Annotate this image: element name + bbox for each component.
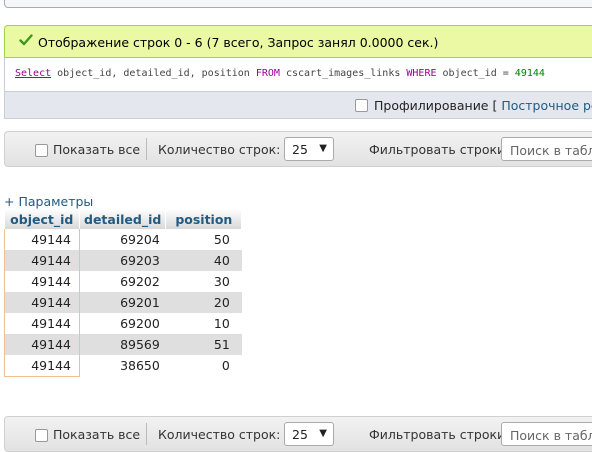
cell-detailed-id[interactable]: 69203: [79, 250, 166, 271]
profiling-label: Профилирование [ Построчное реда: [374, 98, 592, 113]
sql-from-keyword: FROM: [255, 68, 280, 79]
table-row[interactable]: 49144 69201 20: [4, 292, 242, 313]
cell-object-id[interactable]: 49144: [4, 250, 80, 271]
toolbar-divider: [146, 423, 147, 445]
rows-count-value: 25: [292, 142, 308, 157]
table-row[interactable]: 49144 69203 40: [4, 250, 242, 271]
cell-object-id[interactable]: 49144: [4, 271, 80, 292]
rows-count-select[interactable]: 25 ▼: [284, 137, 334, 161]
cell-position[interactable]: 40: [165, 250, 242, 271]
cell-position[interactable]: 30: [165, 271, 242, 292]
options-link[interactable]: + Параметры: [4, 194, 93, 209]
cell-detailed-id[interactable]: 69200: [79, 313, 166, 334]
table-header-row: object_id detailed_id position: [4, 209, 243, 229]
column-header-detailed-id[interactable]: detailed_id: [79, 209, 167, 229]
rows-count-label: Количество строк:: [158, 142, 281, 157]
column-header-position[interactable]: position: [165, 209, 243, 229]
filter-rows-label: Фильтровать строки:: [369, 142, 510, 157]
filter-rows-label: Фильтровать строки:: [369, 427, 510, 442]
cell-position[interactable]: 51: [165, 334, 242, 355]
column-header-object-id[interactable]: object_id: [4, 209, 80, 229]
cell-object-id[interactable]: 49144: [4, 292, 80, 313]
cell-detailed-id[interactable]: 89569: [79, 334, 166, 355]
show-all-checkbox[interactable]: [35, 144, 48, 157]
cell-object-id[interactable]: 49144: [4, 313, 80, 334]
cell-detailed-id[interactable]: 69204: [79, 229, 166, 250]
sql-query-text: Select object_id, detailed_id, position …: [15, 68, 545, 79]
rows-count-value: 25: [292, 427, 308, 442]
cell-detailed-id[interactable]: 69202: [79, 271, 166, 292]
success-text: Отображение строк 0 - 6 (7 всего, Запрос…: [38, 35, 439, 50]
profiling-checkbox[interactable]: [355, 99, 368, 112]
cell-detailed-id[interactable]: 69201: [79, 292, 166, 313]
table-row[interactable]: 49144 69200 10: [4, 313, 242, 334]
cell-object-id[interactable]: 49144: [4, 334, 80, 355]
chevron-down-icon: ▼: [319, 143, 327, 154]
filter-rows-input[interactable]: [508, 424, 592, 446]
filter-rows-field[interactable]: [501, 137, 592, 161]
cell-object-id[interactable]: 49144: [4, 229, 80, 250]
sql-condition-field: object_id =: [442, 68, 509, 79]
navigation-toolbar-bottom: Показать все Количество строк: 25 ▼ Филь…: [4, 416, 592, 452]
sql-columns: object_id, detailed_id, position: [57, 68, 250, 79]
results-table: object_id detailed_id position 49144 692…: [4, 209, 243, 377]
toolbar-divider: [146, 138, 147, 160]
cell-position[interactable]: 10: [165, 313, 242, 334]
filter-rows-field[interactable]: [501, 422, 592, 446]
inline-edit-link[interactable]: Построчное реда: [501, 98, 592, 113]
sql-select-keyword[interactable]: Select: [15, 68, 51, 79]
table-row[interactable]: 49144 89569 51: [4, 334, 242, 355]
profiling-label-text: Профилирование [: [374, 98, 498, 113]
sql-table: cscart_images_links: [285, 68, 401, 79]
show-all-label[interactable]: Показать все: [53, 427, 140, 442]
show-all-checkbox[interactable]: [35, 429, 48, 442]
cell-position[interactable]: 0: [165, 355, 242, 377]
profiling-bar: Профилирование [ Построчное реда: [4, 91, 592, 119]
show-all-label[interactable]: Показать все: [53, 142, 140, 157]
check-icon: [19, 34, 33, 46]
cell-position[interactable]: 50: [165, 229, 242, 250]
success-message: Отображение строк 0 - 6 (7 всего, Запрос…: [4, 25, 592, 58]
cell-detailed-id[interactable]: 38650: [79, 355, 166, 377]
navigation-toolbar-top: Показать все Количество строк: 25 ▼ Филь…: [4, 131, 592, 167]
rows-count-select[interactable]: 25 ▼: [284, 422, 334, 446]
rows-count-label: Количество строк:: [158, 427, 281, 442]
cell-object-id[interactable]: 49144: [4, 355, 80, 377]
cell-position[interactable]: 20: [165, 292, 242, 313]
sql-query: Select object_id, detailed_id, position …: [4, 58, 592, 91]
previous-panel: [4, 0, 592, 8]
filter-rows-input[interactable]: [508, 139, 592, 161]
table-row[interactable]: 49144 69204 50: [4, 229, 242, 250]
table-row[interactable]: 49144 38650 0: [4, 355, 242, 377]
sql-where-keyword: WHERE: [406, 68, 437, 79]
sql-condition-value: 49144: [514, 68, 545, 79]
table-row[interactable]: 49144 69202 30: [4, 271, 242, 292]
